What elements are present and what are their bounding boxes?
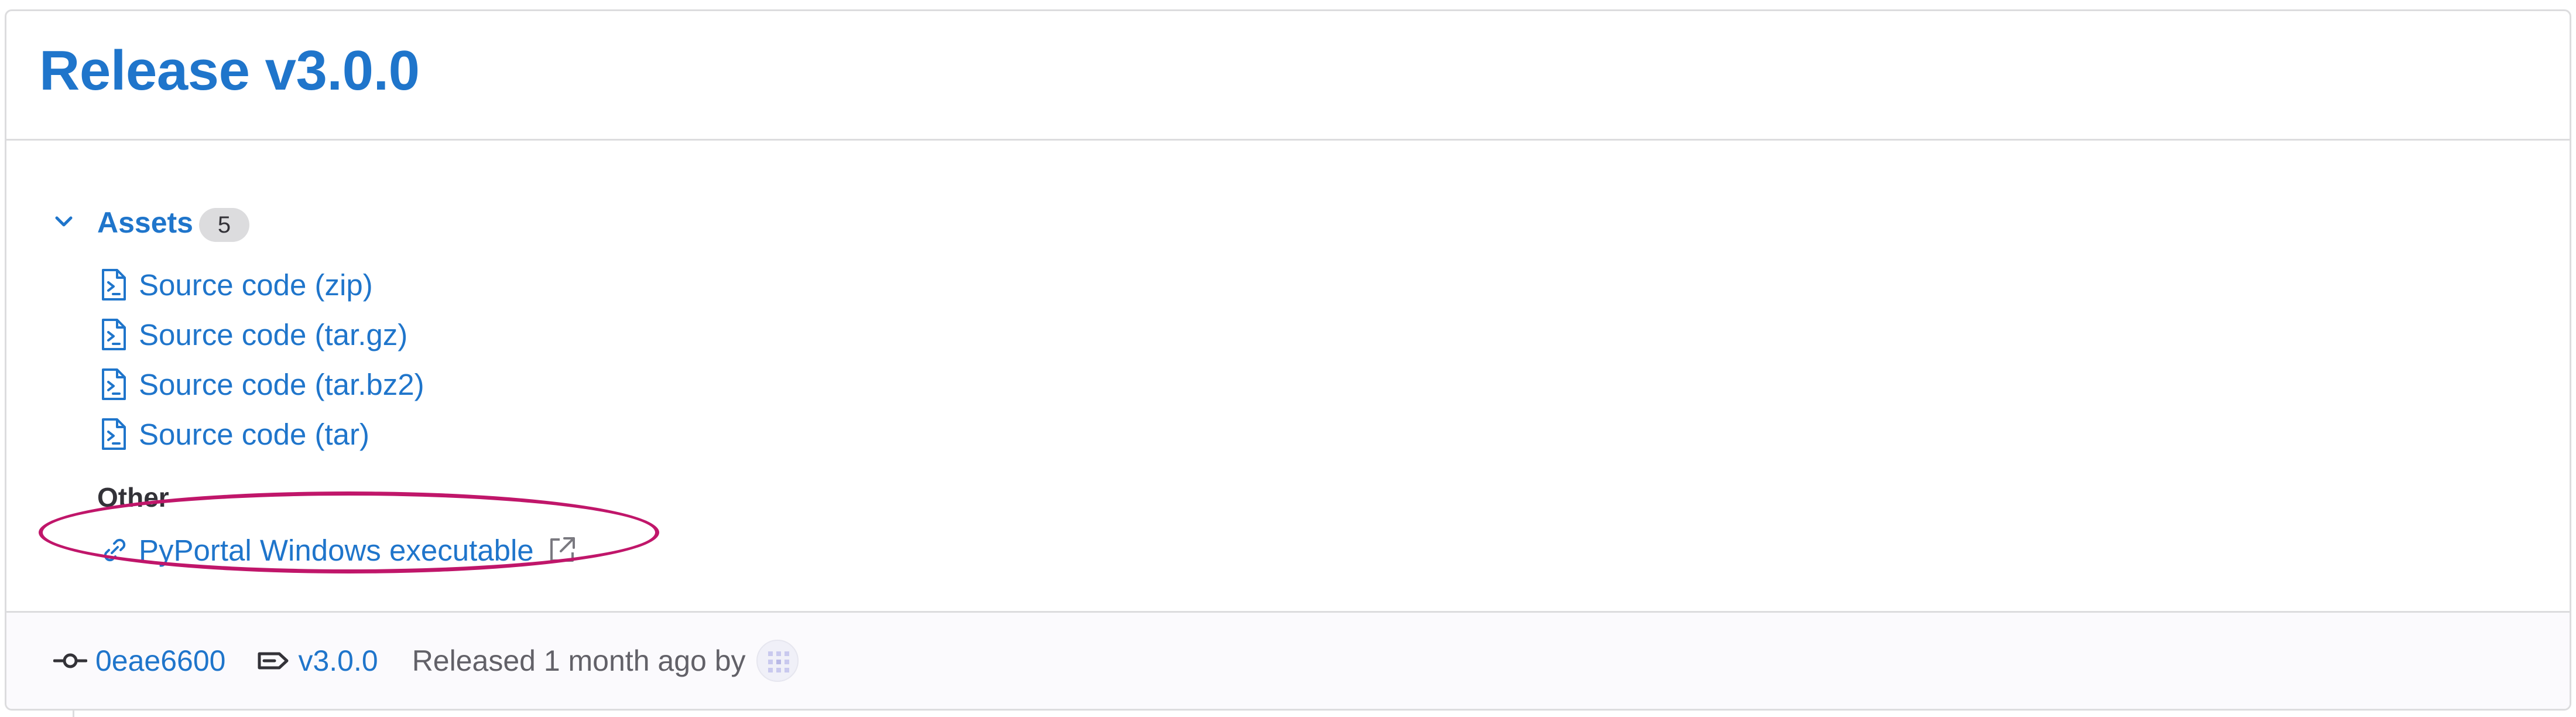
release-title-link[interactable]: Release v3.0.0 (39, 43, 420, 99)
link-icon (104, 538, 126, 562)
external-link-icon (550, 537, 575, 562)
release-card: Release v3.0.0 Assets 5 Source code (zip… (5, 9, 2571, 711)
release-footer: 0eae6600 v3.0.0 Released 1 month ago by (6, 611, 2570, 709)
commit-sha-link[interactable]: 0eae6600 (95, 644, 225, 678)
assets-count-badge: 5 (199, 208, 249, 242)
commit-info: 0eae6600 (53, 644, 225, 678)
source-code-tarbz2-link[interactable]: Source code (tar.bz2) (100, 366, 424, 402)
release-header: Release v3.0.0 (6, 11, 2570, 141)
source-code-zip-link[interactable]: Source code (zip) (100, 267, 373, 303)
file-code-icon (102, 418, 126, 450)
author-avatar[interactable] (756, 640, 799, 682)
tag-icon (258, 652, 289, 670)
asset-link-label: Source code (tar) (139, 417, 370, 451)
released-text: Released 1 month ago by (412, 644, 746, 677)
divider-tick (73, 711, 74, 717)
source-code-targz-link[interactable]: Source code (tar.gz) (100, 316, 407, 353)
avatar-identicon (768, 651, 789, 672)
asset-link-label: Source code (tar.bz2) (139, 367, 424, 401)
asset-link-label: Source code (tar.gz) (139, 317, 408, 351)
source-code-tar-link[interactable]: Source code (tar) (100, 416, 369, 452)
asset-link-label: Source code (zip) (139, 268, 373, 302)
file-code-icon (102, 319, 126, 350)
tag-link[interactable]: v3.0.0 (298, 644, 378, 678)
file-code-icon (102, 269, 126, 301)
file-code-icon (102, 368, 126, 400)
commit-icon (53, 653, 87, 668)
asset-link-label: PyPortal Windows executable (139, 533, 534, 567)
chevron-down-icon[interactable] (50, 207, 78, 235)
assets-toggle-label[interactable]: Assets (97, 208, 193, 237)
pyportal-windows-executable-link[interactable]: PyPortal Windows executable (100, 532, 578, 568)
tag-info: v3.0.0 (256, 644, 378, 678)
other-section-heading: Other (97, 482, 169, 513)
